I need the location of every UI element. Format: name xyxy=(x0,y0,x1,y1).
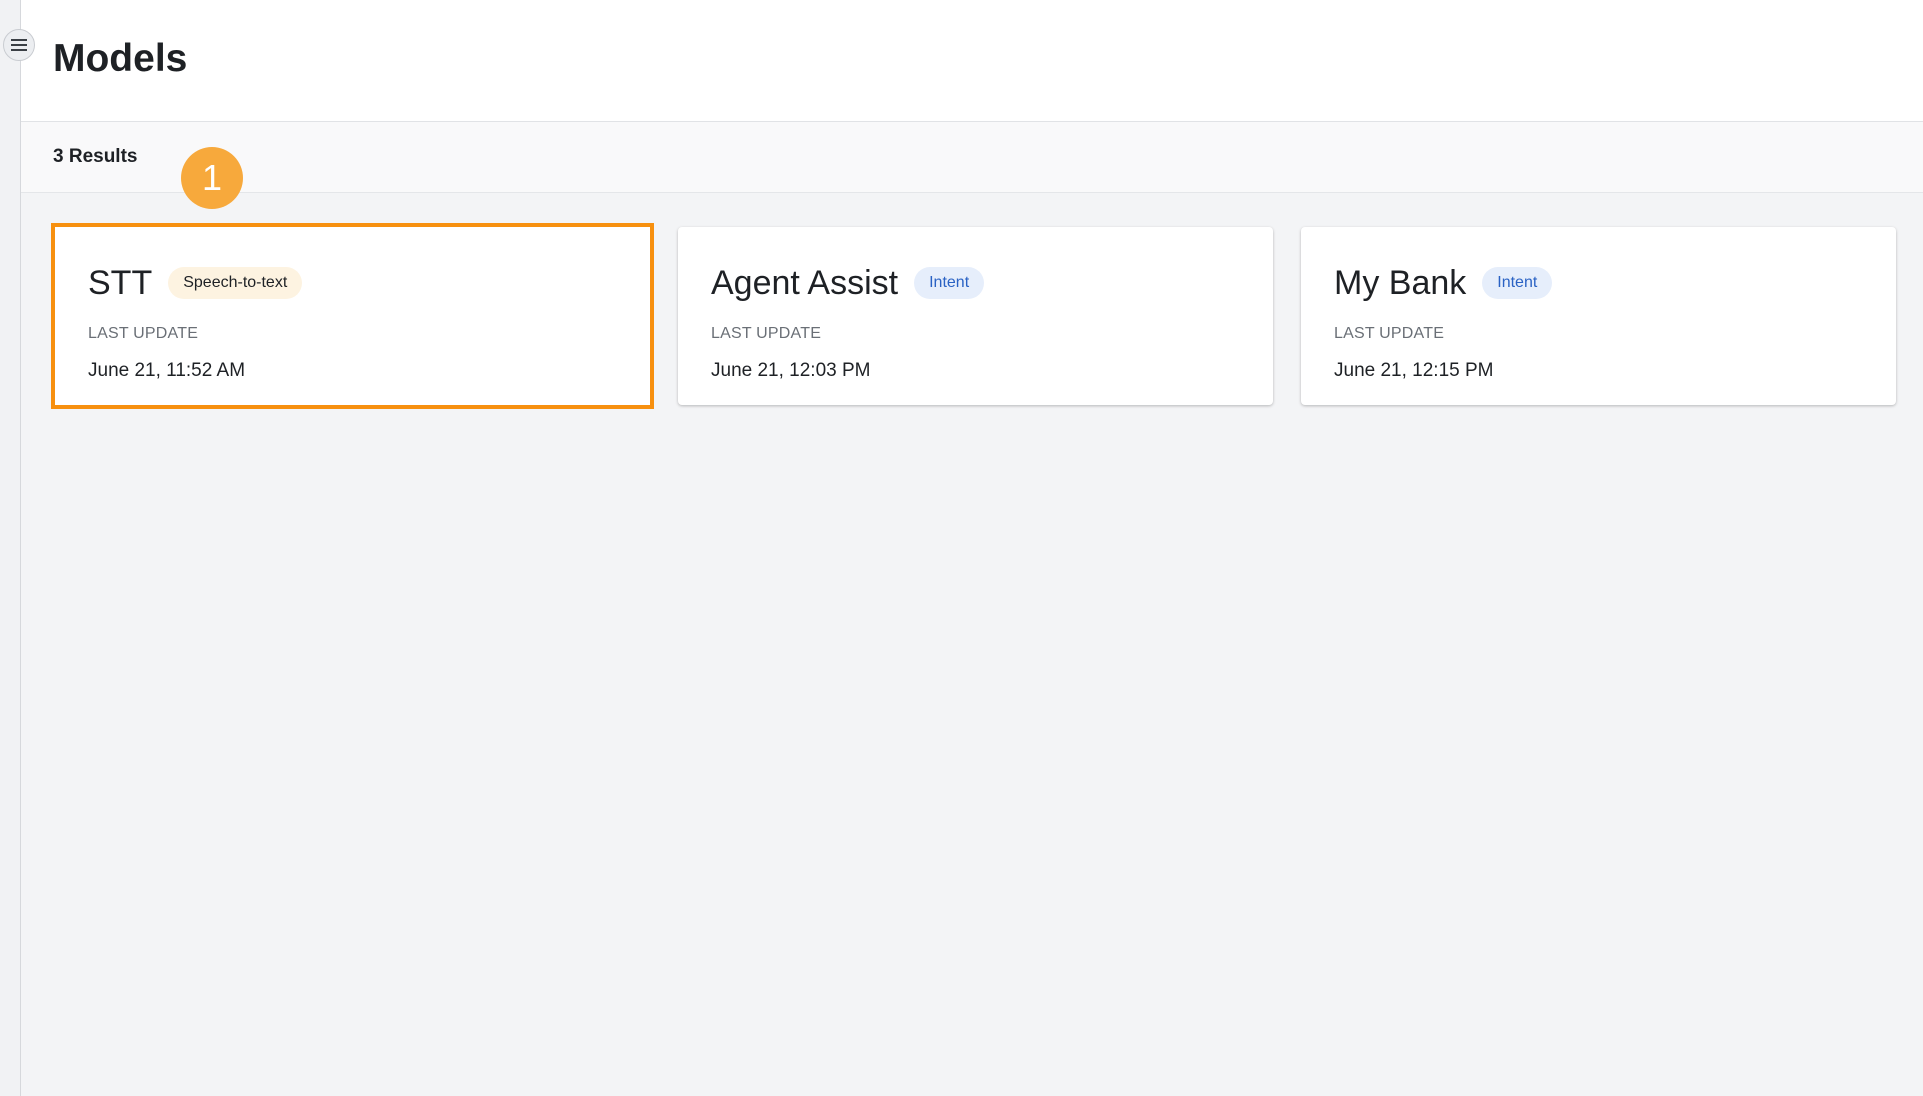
model-card-stt[interactable]: STT Speech-to-text LAST UPDATE June 21, … xyxy=(51,223,654,409)
model-type-badge: Intent xyxy=(914,267,985,299)
step-marker: 1 xyxy=(181,147,243,209)
last-update-value: June 21, 12:15 PM xyxy=(1334,360,1494,381)
last-update-value: June 21, 11:52 AM xyxy=(88,360,246,381)
hamburger-menu-icon xyxy=(11,39,27,51)
page-header: Models xyxy=(21,0,1923,122)
last-update-label: LAST UPDATE xyxy=(711,325,822,342)
menu-toggle-button[interactable] xyxy=(3,29,35,61)
card-title-row: Agent Assist Intent xyxy=(711,263,985,303)
card-title-row: My Bank Intent xyxy=(1334,263,1553,303)
last-update-label: LAST UPDATE xyxy=(88,325,199,342)
model-title: My Bank xyxy=(1334,264,1467,302)
model-title: Agent Assist xyxy=(711,264,899,302)
sidebar xyxy=(0,0,21,1096)
model-type-badge: Intent xyxy=(1482,267,1553,299)
page-title: Models xyxy=(53,37,188,80)
model-card-my-bank[interactable]: My Bank Intent LAST UPDATE June 21, 12:1… xyxy=(1301,227,1896,405)
model-title: STT xyxy=(88,264,153,302)
card-title-row: STT Speech-to-text xyxy=(88,263,303,303)
results-bar: 3 Results xyxy=(21,122,1923,193)
last-update-value: June 21, 12:03 PM xyxy=(711,360,871,381)
results-count: 3 Results xyxy=(53,146,138,167)
last-update-label: LAST UPDATE xyxy=(1334,325,1445,342)
model-type-badge: Speech-to-text xyxy=(168,267,303,299)
model-card-agent-assist[interactable]: Agent Assist Intent LAST UPDATE June 21,… xyxy=(678,227,1273,405)
